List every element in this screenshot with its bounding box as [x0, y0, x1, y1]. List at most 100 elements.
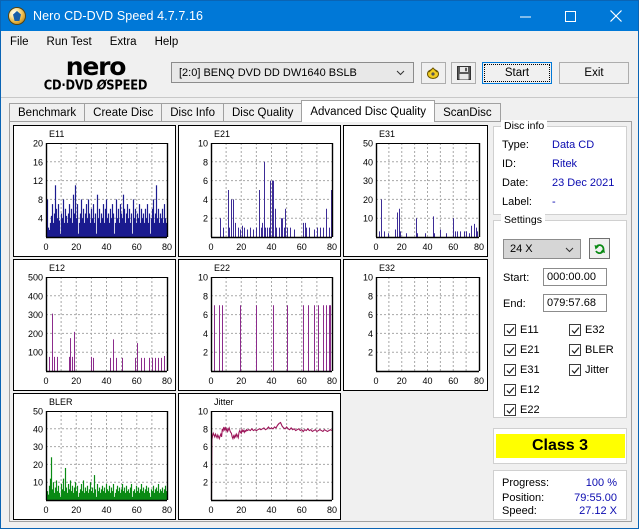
progress-label: Progress: — [502, 477, 550, 489]
y-tick-label: 8 — [203, 291, 208, 301]
end-time-value: 079:57.68 — [547, 297, 596, 309]
drive-select[interactable]: [2:0] BENQ DVD DD DW1640 BSLB — [171, 62, 414, 83]
tab-benchmark-label: Benchmark — [18, 107, 77, 119]
checkbox-jitter[interactable]: Jitter — [569, 364, 609, 376]
tab-benchmark[interactable]: Benchmark — [9, 103, 86, 122]
y-tick-label: 20 — [363, 195, 373, 205]
y-tick-label: 10 — [198, 273, 208, 283]
y-tick-label: 6 — [203, 442, 208, 452]
x-tick-label: 20 — [236, 376, 246, 386]
menu-file[interactable]: File — [1, 34, 38, 50]
settings-group: Settings 24 X Start: 000:00.00 End: 079:… — [493, 214, 627, 418]
tab-create-disc[interactable]: Create Disc — [84, 103, 163, 122]
chart-e21: E21 2 4 6 8 10 0 20 40 60 80 — [198, 129, 337, 252]
x-tick-label: 60 — [448, 376, 458, 386]
checkbox-e31[interactable]: E31 — [504, 364, 540, 376]
exit-button[interactable]: Exit — [559, 62, 629, 84]
refresh-button[interactable] — [589, 238, 610, 259]
end-time-field[interactable]: 079:57.68 — [543, 294, 607, 312]
menu-help[interactable]: Help — [146, 34, 188, 50]
chart-e12: E12 100 200 300 400 500 0 20 40 60 80 — [28, 263, 172, 386]
x-tick-label: 0 — [208, 376, 213, 386]
chart-e22: E22 2 4 6 8 10 0 20 40 60 80 — [198, 263, 337, 386]
menu-run-test-label: Run Test — [46, 36, 92, 48]
nero-logo-sub-right: SPEED — [106, 76, 148, 94]
nero-logo-slash-icon: Ø — [92, 76, 107, 94]
chart-title: E12 — [49, 263, 65, 273]
tab-create-disc-label: Create Disc — [93, 107, 154, 119]
start-time-field[interactable]: 000:00.00 — [543, 268, 607, 286]
chart-e31: E31 10 20 30 40 50 0 20 40 60 80 — [363, 129, 484, 252]
x-tick-label: 60 — [297, 505, 307, 515]
y-tick-label: 4 — [203, 195, 208, 205]
chart-panel-e21: E21 2 4 6 8 10 0 20 40 60 80 — [178, 125, 341, 257]
checkbox-e11[interactable]: E11 — [504, 324, 539, 336]
x-tick-label: 80 — [162, 242, 172, 252]
checkbox-e32[interactable]: E32 — [569, 324, 605, 336]
start-time-label: Start: — [503, 272, 530, 284]
x-tick-label: 0 — [208, 505, 213, 515]
y-tick-label: 50 — [363, 139, 373, 149]
menu-run-test[interactable]: Run Test — [38, 34, 101, 50]
save-button[interactable] — [451, 62, 476, 84]
checkbox-e21[interactable]: E21 — [504, 344, 540, 356]
x-tick-label: 0 — [43, 376, 48, 386]
speed-button[interactable] — [421, 62, 446, 84]
speed-select[interactable]: 24 X — [503, 239, 581, 259]
chart-title: E21 — [214, 129, 230, 139]
menu-bar: File Run Test Extra Help — [1, 31, 638, 54]
x-tick-label: 20 — [71, 505, 81, 515]
close-button[interactable] — [593, 1, 638, 31]
y-tick-label: 8 — [368, 291, 373, 301]
tab-disc-info[interactable]: Disc Info — [161, 103, 224, 122]
chart-title: BLER — [49, 397, 73, 407]
disc-date-label: Date: — [502, 177, 529, 189]
y-tick-label: 2 — [203, 214, 208, 224]
chart-title: E22 — [214, 263, 230, 273]
checkmark-icon — [504, 384, 516, 396]
save-icon — [456, 66, 471, 80]
tab-advanced-disc-quality[interactable]: Advanced Disc Quality — [301, 100, 436, 122]
tab-advanced-disc-quality-label: Advanced Disc Quality — [310, 105, 427, 118]
x-tick-label: 60 — [297, 242, 307, 252]
checkbox-e11-label: E11 — [520, 324, 539, 336]
menu-extra[interactable]: Extra — [101, 34, 146, 50]
chevron-down-icon — [396, 68, 405, 77]
menu-extra-label: Extra — [109, 36, 137, 48]
y-tick-label: 10 — [33, 478, 43, 488]
chart-series — [46, 185, 168, 237]
x-tick-label: 60 — [132, 505, 142, 515]
y-tick-label: 40 — [33, 424, 43, 434]
checkmark-icon — [569, 344, 581, 356]
nero-logo-sub-left: CD·DVD — [43, 76, 93, 94]
y-tick-label: 16 — [33, 157, 43, 167]
x-tick-label: 40 — [101, 376, 111, 386]
tab-scandisc-label: ScanDisc — [443, 107, 492, 119]
checkbox-bler[interactable]: BLER — [569, 344, 614, 356]
chart-panel-jitter: Jitter 2 4 6 8 10 0 20 40 60 80 — [178, 393, 341, 520]
x-tick-label: 20 — [236, 242, 246, 252]
maximize-button[interactable] — [548, 1, 593, 31]
y-tick-label: 8 — [203, 424, 208, 434]
y-tick-label: 10 — [363, 273, 373, 283]
y-tick-label: 20 — [33, 460, 43, 470]
y-tick-label: 4 — [203, 329, 208, 339]
minimize-button[interactable] — [503, 1, 548, 31]
tab-scandisc[interactable]: ScanDisc — [434, 103, 501, 122]
y-tick-label: 40 — [363, 157, 373, 167]
checkbox-e22[interactable]: E22 — [504, 404, 540, 416]
x-tick-label: 80 — [474, 242, 484, 252]
y-tick-label: 2 — [203, 478, 208, 488]
y-tick-label: 20 — [33, 139, 43, 149]
chart-e11: E11 4 8 12 16 20 0 20 40 60 80 — [33, 129, 172, 252]
chart-panel-bler: BLER 10 20 30 40 50 0 20 40 60 80 — [13, 393, 176, 520]
chart-bler: BLER 10 20 30 40 50 0 20 40 60 80 — [33, 397, 172, 515]
x-tick-label: 60 — [132, 242, 142, 252]
class-result-badge: Class 3 — [495, 434, 625, 458]
start-button[interactable]: Start — [482, 62, 552, 84]
tab-disc-quality[interactable]: Disc Quality — [223, 103, 303, 122]
x-tick-label: 40 — [101, 505, 111, 515]
x-tick-label: 20 — [397, 376, 407, 386]
checkbox-e12[interactable]: E12 — [504, 384, 540, 396]
menu-help-label: Help — [154, 36, 179, 48]
